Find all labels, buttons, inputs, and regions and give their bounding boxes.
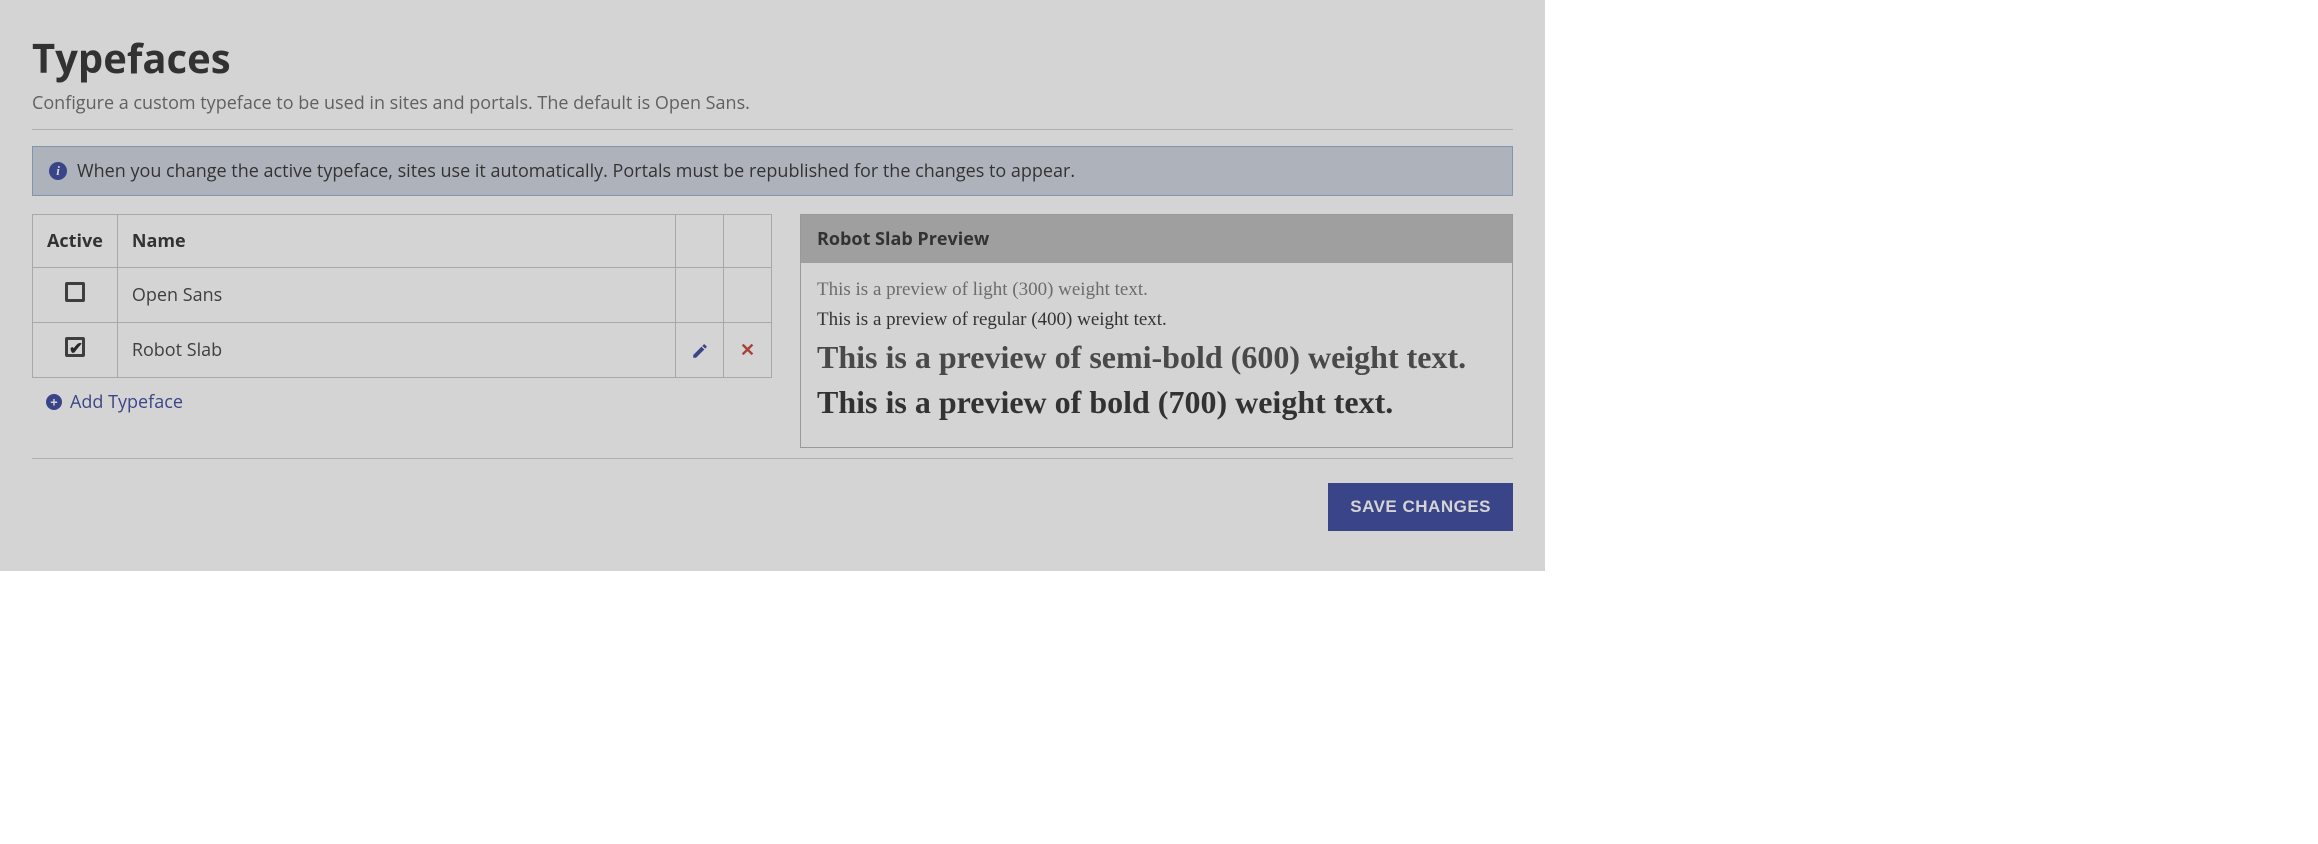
preview-panel: Robot Slab Preview This is a preview of … [800, 214, 1513, 448]
add-typeface-label: Add Typeface [70, 390, 183, 414]
content-columns: Active Name Open Sans [32, 214, 1513, 448]
table-row: Robot Slab ✕ [33, 323, 772, 378]
checkbox-checked-icon[interactable] [65, 337, 85, 357]
plus-circle-icon: + [46, 394, 62, 410]
info-banner: i When you change the active typeface, s… [32, 146, 1513, 196]
add-typeface-link[interactable]: + Add Typeface [32, 378, 197, 426]
active-cell[interactable] [33, 268, 118, 323]
preview-weight-700: This is a preview of bold (700) weight t… [817, 384, 1496, 421]
preview-column: Robot Slab Preview This is a preview of … [800, 214, 1513, 448]
edit-cell[interactable] [676, 323, 724, 378]
preview-weight-400: This is a preview of regular (400) weigh… [817, 309, 1496, 331]
page-subtitle: Configure a custom typeface to be used i… [32, 91, 1513, 115]
table-header-row: Active Name [33, 215, 772, 268]
page-title: Typefaces [32, 30, 1513, 85]
edit-cell [676, 268, 724, 323]
delete-cell[interactable]: ✕ [724, 323, 772, 378]
checkbox-unchecked-icon[interactable] [65, 282, 85, 302]
typeface-table: Active Name Open Sans [32, 214, 772, 378]
info-banner-text: When you change the active typeface, sit… [77, 159, 1075, 183]
active-cell[interactable] [33, 323, 118, 378]
preview-title: Robot Slab Preview [801, 215, 1512, 263]
col-header-active: Active [33, 215, 118, 268]
pencil-icon[interactable] [691, 338, 709, 362]
name-cell: Robot Slab [117, 323, 675, 378]
delete-cell [724, 268, 772, 323]
preview-body: This is a preview of light (300) weight … [801, 263, 1512, 447]
name-cell: Open Sans [117, 268, 675, 323]
typefaces-page: Typefaces Configure a custom typeface to… [0, 0, 1545, 571]
typeface-list-column: Active Name Open Sans [32, 214, 772, 426]
col-header-edit [676, 215, 724, 268]
col-header-name: Name [117, 215, 675, 268]
save-row: SAVE CHANGES [32, 483, 1513, 531]
preview-weight-600: This is a preview of semi-bold (600) wei… [817, 339, 1496, 376]
preview-weight-300: This is a preview of light (300) weight … [817, 279, 1496, 301]
save-changes-button[interactable]: SAVE CHANGES [1328, 483, 1513, 531]
divider [32, 129, 1513, 130]
close-icon[interactable]: ✕ [740, 338, 755, 362]
info-icon: i [49, 162, 67, 180]
col-header-delete [724, 215, 772, 268]
divider [32, 458, 1513, 459]
table-row: Open Sans [33, 268, 772, 323]
